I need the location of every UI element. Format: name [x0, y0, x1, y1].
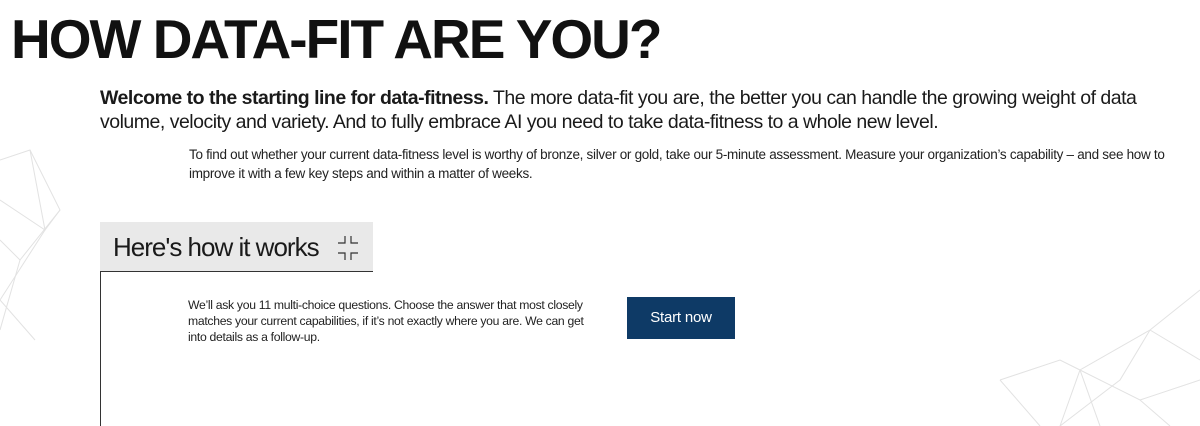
- how-it-works-description: We’ll ask you 11 multi-choice questions.…: [188, 298, 584, 344]
- how-it-works-label: Here's how it works: [113, 232, 320, 262]
- how-it-works-panel: [100, 272, 360, 426]
- collapse-icon[interactable]: [336, 236, 360, 260]
- page-title: HOW DATA-FIT ARE YOU?: [11, 8, 663, 70]
- intro-lead-bold: Welcome to the starting line for data-fi…: [100, 87, 489, 109]
- assessment-description: To find out whether your current data-fi…: [189, 147, 1165, 181]
- page: HOW DATA-FIT ARE YOU? Welcome to the sta…: [0, 0, 1200, 426]
- start-now-button[interactable]: Start now: [627, 297, 735, 339]
- how-it-works-tab[interactable]: Here's how it works: [100, 222, 373, 272]
- intro-paragraph: Welcome to the starting line for data-fi…: [100, 86, 1180, 134]
